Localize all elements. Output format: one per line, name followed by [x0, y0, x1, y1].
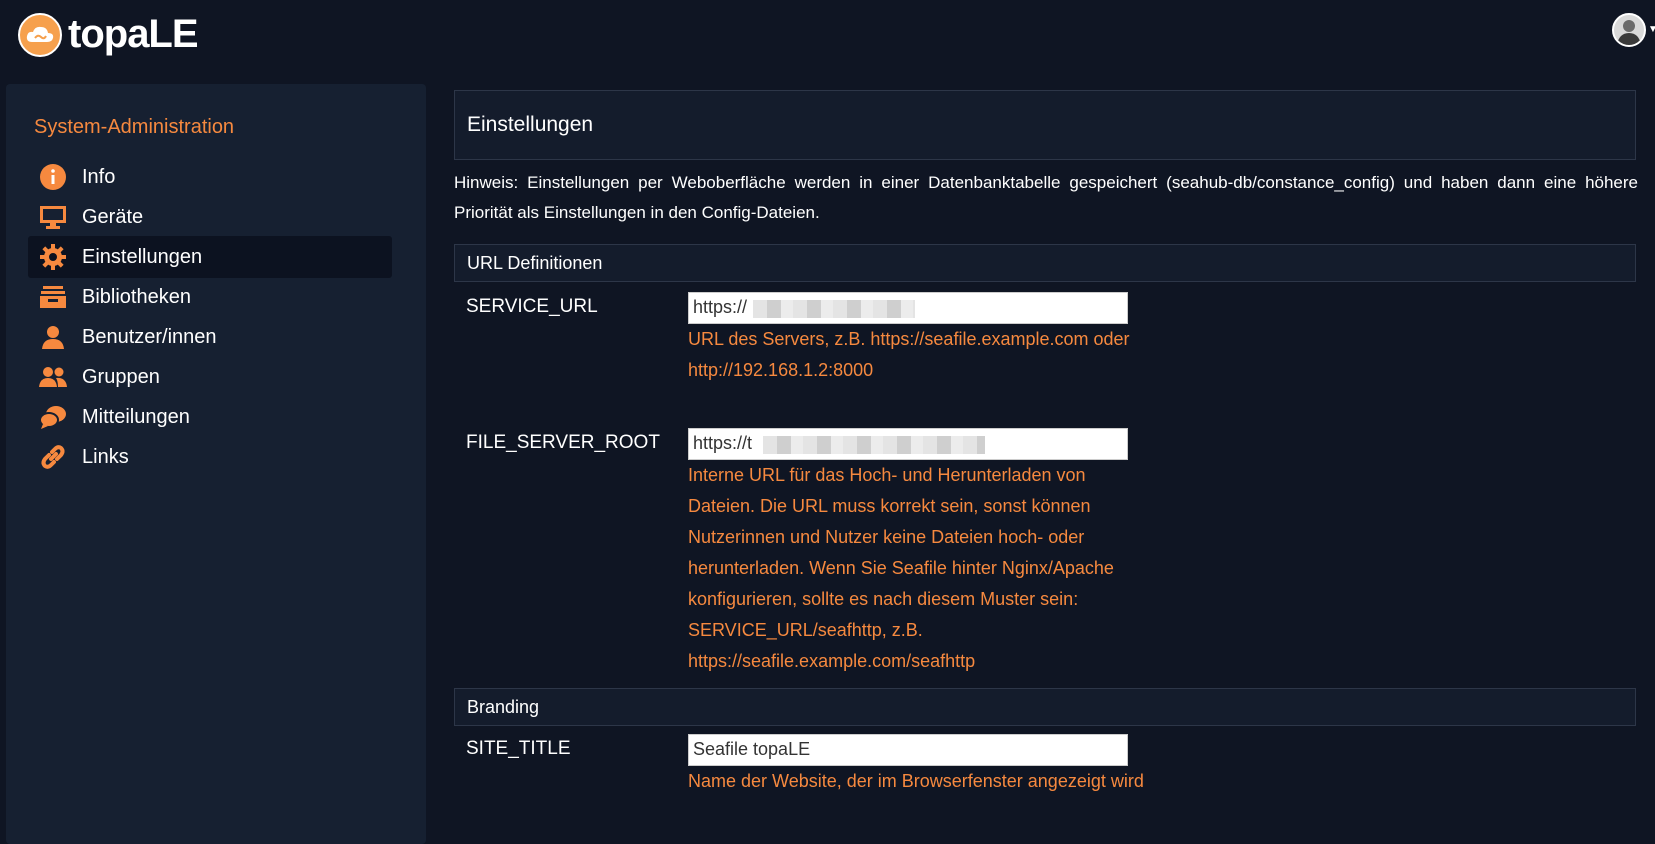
sidebar-item-label: Mitteilungen — [82, 405, 190, 428]
link-icon — [38, 442, 68, 472]
chat-icon — [38, 402, 68, 432]
sidebar-item-label: Gruppen — [82, 365, 160, 388]
gear-icon — [38, 242, 68, 272]
sidebar-item-groups[interactable]: Gruppen — [28, 356, 392, 398]
input-value: Seafile topaLE — [693, 739, 811, 759]
chevron-down-icon[interactable]: ▼ — [1648, 24, 1655, 35]
sidebar-item-libraries[interactable]: Bibliotheken — [28, 276, 392, 318]
sidebar-item-label: Geräte — [82, 205, 144, 228]
section-url-definitions: URL Definitionen — [454, 244, 1636, 282]
sidebar-item-users[interactable]: Benutzer/innen — [28, 316, 392, 358]
file-server-root-input[interactable]: https://t — [688, 428, 1128, 460]
info-icon — [38, 162, 68, 192]
settings-hint: Hinweis: Einstellungen per Weboberfläche… — [454, 173, 1638, 222]
sidebar-item-devices[interactable]: Geräte — [28, 196, 392, 238]
cloud-logo-icon — [18, 12, 62, 57]
page-title: Einstellungen — [467, 113, 594, 136]
service-url-label: SERVICE_URL — [466, 296, 598, 317]
section-title: Branding — [467, 697, 540, 717]
brand-logo[interactable]: topaLE — [18, 12, 199, 57]
site-title-help: Name der Website, der im Browserfenster … — [688, 771, 1144, 791]
top-header: topaLE ▼ — [0, 0, 1655, 70]
file-server-root-help: Interne URL für das Hoch- und Herunterla… — [688, 465, 1114, 671]
sidebar-item-label: Bibliotheken — [82, 285, 191, 308]
sidebar-item-messages[interactable]: Mitteilungen — [28, 396, 392, 438]
page-title-box: Einstellungen — [454, 90, 1636, 160]
library-icon — [38, 282, 68, 312]
section-branding: Branding — [454, 688, 1636, 726]
site-title-label: SITE_TITLE — [466, 738, 571, 759]
redacted-text — [763, 436, 985, 454]
section-title: URL Definitionen — [467, 253, 603, 273]
file-server-root-label: FILE_SERVER_ROOT — [466, 432, 660, 453]
monitor-icon — [38, 202, 68, 232]
sidebar-title: System-Administration — [34, 116, 235, 138]
group-icon — [38, 362, 68, 392]
user-icon — [38, 322, 68, 352]
sidebar-item-info[interactable]: Info — [28, 156, 392, 198]
user-avatar[interactable] — [1612, 13, 1646, 47]
sidebar-item-label: Benutzer/innen — [82, 325, 217, 348]
service-url-help: URL des Servers, z.B. https://seafile.ex… — [688, 329, 1130, 380]
sidebar-item-settings[interactable]: Einstellungen — [28, 236, 392, 278]
input-value: https://t — [693, 433, 753, 453]
sidebar-item-links[interactable]: Links — [28, 436, 392, 478]
sidebar-item-label: Einstellungen — [82, 245, 203, 268]
input-value: https:// — [693, 297, 748, 317]
service-url-input[interactable]: https:// — [688, 292, 1128, 324]
sidebar-item-label: Links — [82, 445, 129, 468]
sidebar-item-label: Info — [82, 165, 116, 188]
brand-name: topaLE — [68, 12, 199, 56]
redacted-text — [753, 300, 915, 318]
site-title-input[interactable]: Seafile topaLE — [688, 734, 1128, 766]
